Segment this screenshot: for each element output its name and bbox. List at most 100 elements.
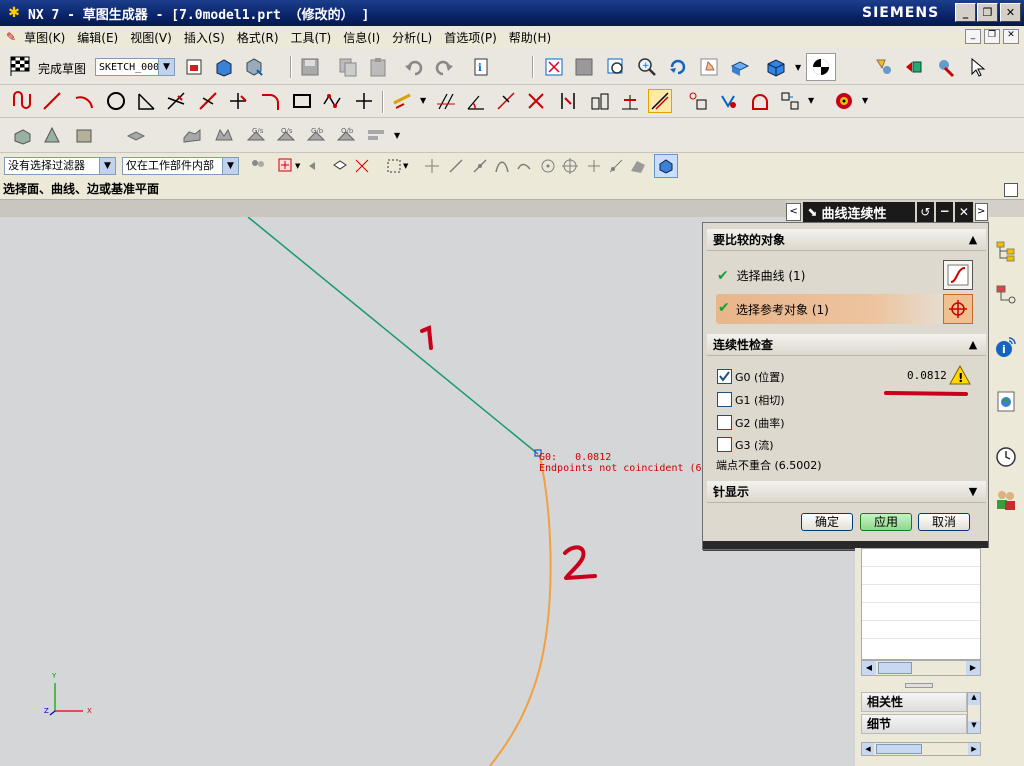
doc-restore-button[interactable]: ❐ [984,29,1000,44]
create-inferred-icon[interactable] [716,89,740,113]
infer-constraints-icon[interactable] [686,89,710,113]
scroll-right-icon[interactable]: ▶ [968,743,980,755]
scroll-left-icon[interactable]: ◀ [862,661,876,675]
undo-selection-icon[interactable] [302,154,326,178]
menu-edit[interactable]: 编辑(E) [71,29,124,46]
snap-center-icon[interactable] [536,154,560,178]
selection-intent-icon[interactable] [350,154,374,178]
convert-reference-icon[interactable] [588,89,612,113]
undo-icon[interactable] [402,55,426,79]
details-hscroll[interactable]: ◀ ▶ [861,742,981,756]
menu-analysis[interactable]: 分析(L) [386,29,438,46]
snap-existing-point-icon[interactable] [582,154,606,178]
mesh-surface-icon[interactable] [212,123,236,147]
sketch-group-icon[interactable] [778,89,802,113]
o-surface-icon[interactable]: O/s [274,123,298,147]
details-header[interactable]: 细节 [861,714,967,734]
fit-view-icon[interactable] [542,55,566,79]
command-finder-icon[interactable]: i [470,55,494,79]
dialog-close-button[interactable]: ✕ [955,202,973,222]
web-browser-icon[interactable] [994,389,1018,413]
relations-header[interactable]: 相关性 [861,692,967,712]
face-icon[interactable] [124,123,148,147]
scroll-up-icon[interactable]: ▲ [968,693,980,705]
gb-surface-icon[interactable]: G/b [304,123,328,147]
menu-help[interactable]: 帮助(H) [503,29,557,46]
sketch-style-icon[interactable] [748,89,772,113]
info-feed-icon[interactable]: i [994,335,1018,359]
constraints-icon[interactable] [494,89,518,113]
select-ref-row[interactable]: ✔ 选择参考对象 (1) [716,294,944,324]
display-constraints-icon[interactable] [556,89,580,113]
snap-line-icon[interactable] [444,154,468,178]
panel-splitter[interactable] [905,683,933,688]
zoom-window-icon[interactable] [572,55,596,79]
auto-constrain-icon[interactable] [524,89,548,113]
section-check-header[interactable]: 连续性检查 ▲ [707,334,986,356]
angular-dimension-icon[interactable] [464,89,488,113]
g3-checkbox[interactable] [717,437,732,452]
orient-view-icon[interactable] [182,55,206,79]
revolve-icon[interactable] [40,123,64,147]
rotate-icon[interactable] [666,55,690,79]
chevron-down-icon[interactable]: ▼ [394,131,400,140]
scroll-thumb[interactable] [878,662,912,674]
g2-checkbox[interactable] [717,415,732,430]
sketch-name-select[interactable]: SKETCH_000 ▼ [95,58,175,76]
quick-extend-icon[interactable] [196,89,220,113]
derived-line-icon[interactable] [134,89,158,113]
fillet-icon[interactable] [258,89,282,113]
status-options-icon[interactable] [1004,183,1018,197]
redo-icon[interactable] [432,55,456,79]
close-button[interactable]: ✕ [1000,3,1021,22]
circle-icon[interactable] [104,89,128,113]
snap-on-curve-icon[interactable] [604,154,628,178]
dimension-icon[interactable] [434,89,458,113]
curve-1[interactable] [247,217,539,455]
chevron-down-icon[interactable]: ▼ [295,162,300,170]
profile-icon[interactable] [10,89,34,113]
roles-people-icon[interactable] [994,487,1018,511]
chevron-down-icon[interactable]: ▼ [420,96,426,105]
menu-info[interactable]: 信息(I) [337,29,386,46]
selection-body-icon[interactable] [328,154,352,178]
render-style-icon[interactable] [764,55,788,79]
snap-quadrant-icon[interactable] [558,154,582,178]
line-icon[interactable] [40,89,64,113]
sweep-icon[interactable] [72,123,96,147]
snap-tangent-icon[interactable] [512,154,536,178]
chevron-down-icon[interactable]: ▼ [808,96,814,105]
save-icon[interactable] [298,55,322,79]
doc-close-button[interactable]: ✕ [1003,29,1019,44]
cancel-button[interactable]: 取消 [918,513,970,531]
menu-insert[interactable]: 插入(S) [178,29,231,46]
pan-icon[interactable] [697,55,721,79]
ob-surface-icon[interactable]: O/b [334,123,358,147]
snap-endpoint-icon[interactable] [420,154,444,178]
reattach-icon[interactable] [212,55,236,79]
snap-curve-icon[interactable] [490,154,514,178]
selection-people-icon[interactable] [246,154,270,178]
scroll-right-icon[interactable]: ▶ [966,661,980,675]
g-surface-icon[interactable]: G/s [244,123,268,147]
offset-curve-icon[interactable] [390,89,414,113]
zoom-icon[interactable]: + [634,55,658,79]
restore-button[interactable]: ❐ [977,3,998,22]
chevron-down-icon[interactable]: ▼ [862,96,868,105]
menu-view[interactable]: 视图(V) [124,29,178,46]
section-display-header[interactable]: 针显示 ▼ [707,481,986,503]
trim-body-icon[interactable] [364,123,388,147]
snap-view-icon[interactable] [872,55,896,79]
scroll-left-icon[interactable]: ◀ [862,743,874,755]
collapse-up-icon[interactable]: ▲ [964,231,982,249]
assembly-navigator-icon[interactable] [994,239,1018,263]
select-ref-button[interactable] [943,294,973,324]
ok-button[interactable]: 确定 [801,513,853,531]
side-vscroll[interactable]: ▲ ▼ [967,692,981,734]
collapse-up-icon[interactable]: ▲ [964,336,982,354]
menu-format[interactable]: 格式(R) [231,29,285,46]
color-wheel-icon[interactable] [832,89,856,113]
zoom-box-icon[interactable] [604,55,628,79]
dialog-reset-button[interactable]: ↺ [916,202,934,222]
dialog-back-button[interactable]: < [786,203,802,221]
